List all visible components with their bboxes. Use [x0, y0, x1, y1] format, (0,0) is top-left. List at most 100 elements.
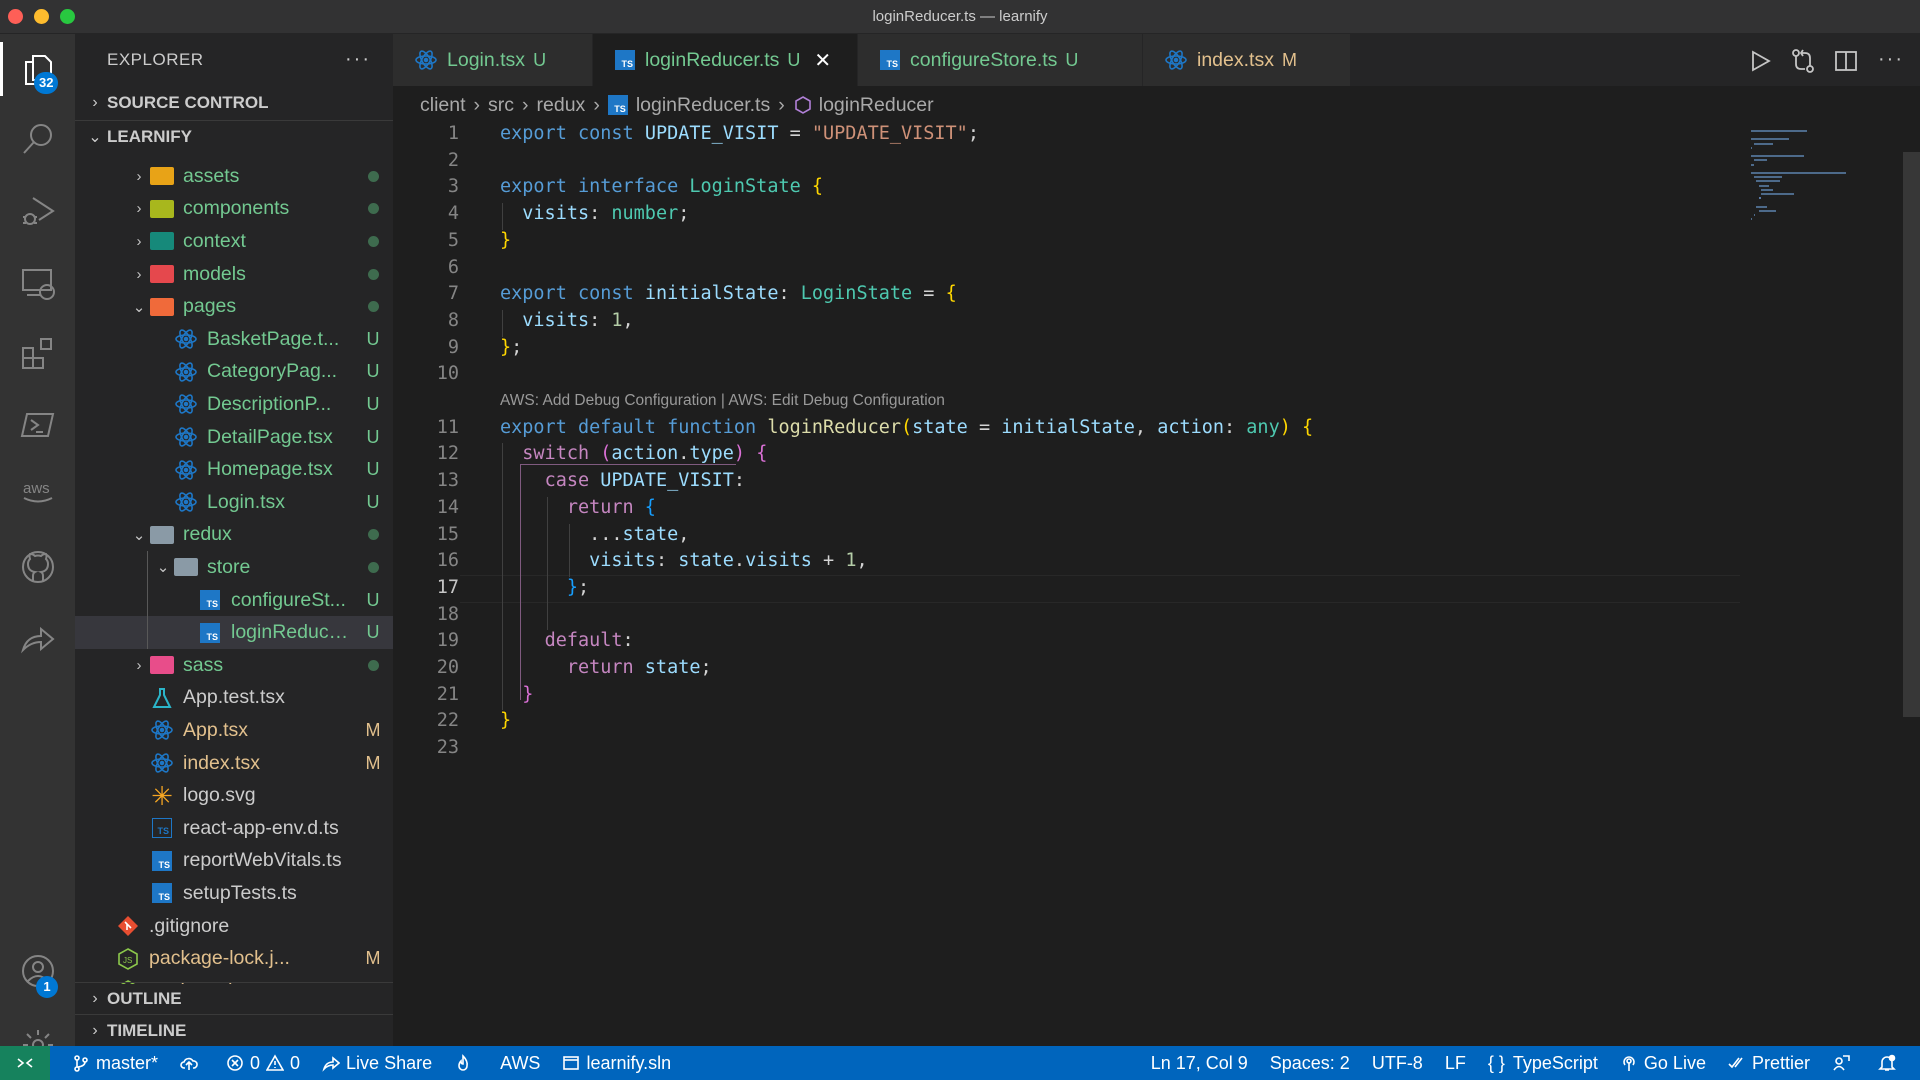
breadcrumb-client[interactable]: client	[420, 94, 466, 117]
breadcrumb-file[interactable]: loginReducer.ts	[636, 94, 770, 117]
open-changes-button[interactable]	[1790, 48, 1816, 74]
tab-login-tsx[interactable]: Login.tsx U	[393, 34, 593, 86]
chevron-right-icon[interactable]: ›	[129, 168, 149, 185]
tree-file[interactable]: index.tsx M	[75, 747, 393, 780]
run-debug-activity[interactable]	[0, 176, 75, 246]
line-number: 5	[447, 229, 459, 251]
code-line: switch (action.type) {	[522, 443, 768, 465]
timeline-section[interactable]: › TIMELINE	[75, 1014, 393, 1047]
notifications-button[interactable]	[1878, 1054, 1902, 1072]
cursor-position[interactable]: Ln 17, Col 9	[1151, 1053, 1248, 1074]
aws-connection[interactable]: AWS	[500, 1053, 540, 1074]
tree-folder[interactable]: › models	[75, 258, 393, 291]
code-editor[interactable]: AWS: Add Debug Configuration | AWS: Edit…	[393, 120, 1743, 1020]
tree-file[interactable]: JS package-lock.j... M	[75, 942, 393, 975]
tree-file[interactable]: .gitignore	[75, 910, 393, 943]
feedback-button[interactable]	[1832, 1054, 1856, 1072]
tree-item-label: context	[183, 229, 246, 252]
aws-toolkit-flame[interactable]	[454, 1054, 478, 1072]
accounts-activity[interactable]: 1	[0, 936, 75, 1006]
breadcrumb-src[interactable]: src	[488, 94, 514, 117]
chevron-down-icon[interactable]: ⌄	[129, 526, 149, 544]
problems-indicator[interactable]: 0 0	[226, 1053, 300, 1074]
tree-folder[interactable]: › assets	[75, 160, 393, 193]
solution-indicator[interactable]: learnify.sln	[562, 1053, 671, 1074]
chevron-right-icon: ›	[473, 93, 481, 116]
tab-index-tsx[interactable]: index.tsx M	[1143, 34, 1351, 86]
scrollbar-thumb[interactable]	[1903, 152, 1920, 717]
encoding[interactable]: UTF-8	[1372, 1053, 1423, 1074]
live-share-activity[interactable]	[0, 604, 75, 674]
tree-file[interactable]: DescriptionP... U	[75, 388, 393, 421]
contains-changes-dot	[353, 296, 393, 317]
tab-status: U	[787, 49, 801, 70]
tree-file[interactable]: DetailPage.tsx U	[75, 421, 393, 454]
explorer-more-actions[interactable]: ···	[345, 48, 371, 71]
git-branch[interactable]: master*	[72, 1053, 158, 1074]
tree-folder[interactable]: ⌄ redux	[75, 519, 393, 552]
tree-file[interactable]: App.tsx M	[75, 714, 393, 747]
tab-loginreducer-ts[interactable]: TS loginReducer.ts U ✕	[593, 34, 858, 86]
git-status-badge: U	[366, 622, 380, 643]
github-activity[interactable]	[0, 532, 75, 602]
run-button[interactable]	[1747, 48, 1773, 74]
tree-item-label: setupTests.ts	[183, 881, 297, 904]
remote-explorer-activity[interactable]	[0, 248, 75, 318]
react-icon	[173, 426, 199, 448]
extensions-activity[interactable]	[0, 318, 75, 388]
minimap[interactable]	[1743, 120, 1903, 1020]
tree-folder[interactable]: › components	[75, 193, 393, 226]
chevron-down-icon[interactable]: ⌄	[153, 558, 173, 576]
tree-file[interactable]: TS react-app-env.d.ts	[75, 812, 393, 845]
tree-file[interactable]: TS reportWebVitals.ts	[75, 845, 393, 878]
tree-item-label: Login.tsx	[207, 490, 286, 513]
outline-section[interactable]: › OUTLINE	[75, 982, 393, 1015]
breadcrumb-redux[interactable]: redux	[537, 94, 586, 117]
tree-file[interactable]: TS configureSt... U	[75, 584, 393, 617]
chevron-down-icon[interactable]: ⌄	[129, 298, 149, 316]
tree-folder[interactable]: › context	[75, 225, 393, 258]
chevron-right-icon[interactable]: ›	[129, 657, 149, 674]
powershell-activity[interactable]	[0, 390, 75, 460]
chevron-right-icon: ›	[92, 1022, 98, 1039]
chevron-right-icon[interactable]: ›	[129, 200, 149, 217]
source-control-section[interactable]: › SOURCE CONTROL	[75, 86, 393, 119]
sync-button[interactable]	[180, 1054, 204, 1072]
tree-folder[interactable]: ⌄ store	[75, 551, 393, 584]
more-actions-button[interactable]: ···	[1878, 48, 1904, 74]
tree-folder[interactable]: ⌄ pages	[75, 290, 393, 323]
live-share-button[interactable]: Live Share	[322, 1053, 432, 1074]
tab-configurestore-ts[interactable]: TS configureStore.ts U	[858, 34, 1143, 86]
language-mode[interactable]: { } TypeScript	[1488, 1053, 1598, 1074]
tree-folder[interactable]: › sass	[75, 649, 393, 682]
tree-item-label: models	[183, 262, 246, 285]
tree-file[interactable]: Login.tsx U	[75, 486, 393, 519]
go-live-button[interactable]: Go Live	[1620, 1053, 1706, 1074]
close-tab-icon[interactable]: ✕	[814, 48, 831, 73]
tree-file[interactable]: BasketPage.t... U	[75, 323, 393, 356]
tree-file[interactable]: CategoryPag... U	[75, 356, 393, 389]
minimap-line	[1753, 142, 1774, 145]
explorer-activity[interactable]: 32	[0, 34, 75, 104]
aws-activity[interactable]: aws	[0, 456, 75, 526]
search-icon	[22, 124, 52, 154]
search-activity[interactable]	[0, 104, 75, 174]
prettier-status[interactable]: Prettier	[1728, 1053, 1810, 1074]
indentation[interactable]: Spaces: 2	[1270, 1053, 1350, 1074]
vertical-scrollbar[interactable]	[1903, 120, 1920, 1020]
end-of-line[interactable]: LF	[1445, 1053, 1466, 1074]
tree-file[interactable]: ✳ logo.svg	[75, 779, 393, 812]
breadcrumb-symbol[interactable]: loginReducer	[819, 94, 934, 117]
line-number: 8	[447, 309, 459, 331]
chevron-right-icon[interactable]: ›	[129, 266, 149, 283]
remote-indicator[interactable]	[0, 1046, 50, 1080]
chevron-right-icon[interactable]: ›	[129, 233, 149, 250]
learnify-section[interactable]: ⌄ LEARNIFY	[75, 120, 393, 153]
aws-codelens[interactable]: AWS: Add Debug Configuration | AWS: Edit…	[500, 392, 945, 410]
tree-file[interactable]: TS loginReducer... U	[75, 616, 393, 649]
tree-file[interactable]: App.test.tsx	[75, 682, 393, 715]
encoding-label: UTF-8	[1371, 1052, 1423, 1073]
split-editor-button[interactable]	[1833, 48, 1859, 74]
tree-file[interactable]: TS setupTests.ts	[75, 877, 393, 910]
tree-file[interactable]: Homepage.tsx U	[75, 453, 393, 486]
